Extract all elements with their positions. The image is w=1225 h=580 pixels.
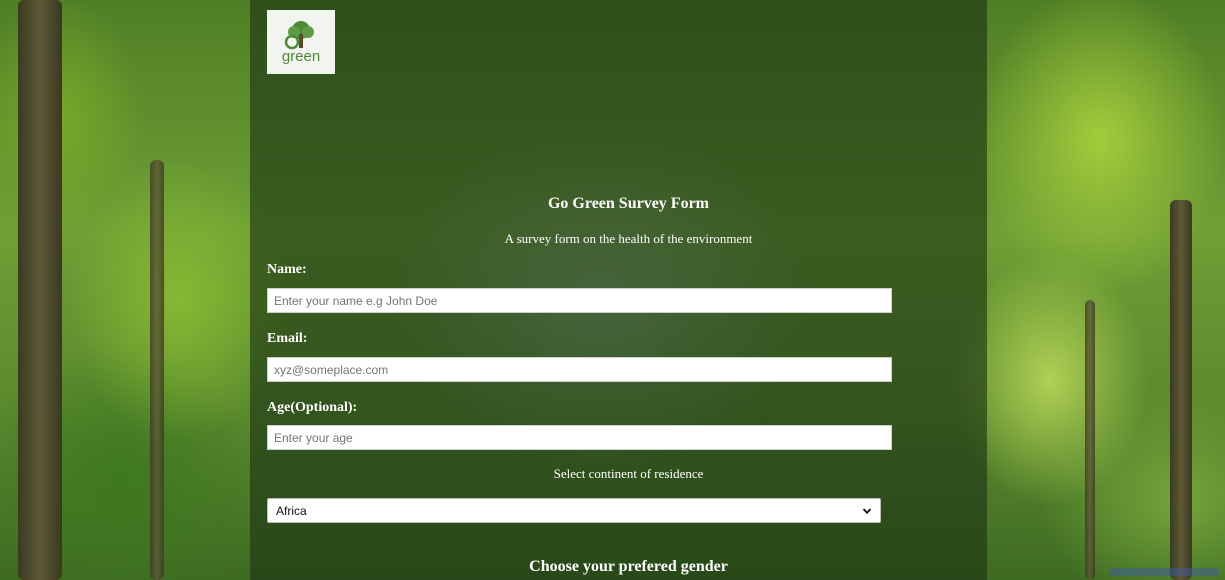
tree-trunk-left: [18, 0, 62, 580]
email-input[interactable]: [267, 357, 892, 382]
continent-select[interactable]: Africa: [267, 498, 881, 523]
tree-logo-icon: [284, 21, 314, 50]
age-input[interactable]: [267, 425, 892, 450]
name-label: Name:: [267, 262, 307, 277]
email-label: Email:: [267, 331, 308, 346]
gender-section-title: Choose your prefered gender: [529, 558, 728, 575]
age-label: Age(Optional):: [267, 400, 358, 415]
chevron-down-icon: [862, 507, 872, 514]
tree-trunk-left-thin: [150, 160, 164, 580]
continent-label: Select continent of residence: [553, 466, 704, 481]
tree-trunk-right-thin: [1085, 300, 1095, 580]
logo-text: green: [281, 48, 321, 65]
form-subtitle: A survey form on the health of the envir…: [504, 231, 753, 246]
continent-selected-value: Africa: [276, 503, 307, 518]
go-green-logo[interactable]: green: [267, 10, 335, 74]
name-input[interactable]: [267, 288, 892, 313]
tree-trunk-right: [1170, 200, 1192, 580]
image-credit-link[interactable]: [1109, 568, 1219, 576]
form-title: Go Green Survey Form: [547, 195, 709, 212]
